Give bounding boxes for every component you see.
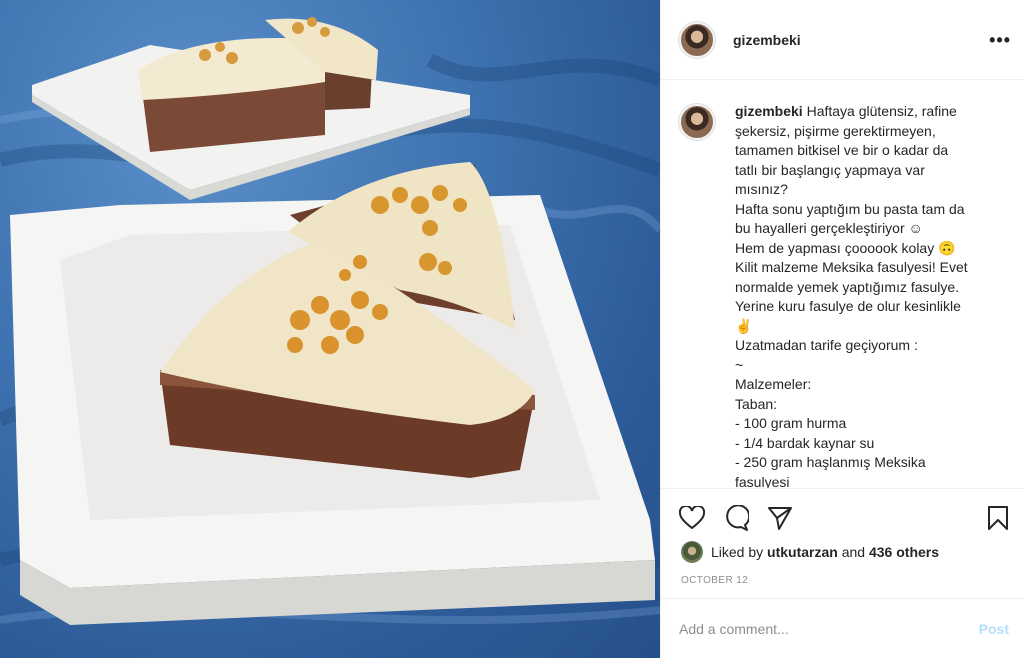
comment-icon[interactable] xyxy=(721,503,751,533)
likes-middle: and xyxy=(841,544,866,560)
caption-line: bu hayalleri gerçekleştiriyor ☺ xyxy=(735,220,923,236)
post-comment-button[interactable]: Post xyxy=(979,621,1009,637)
liker-username[interactable]: utkutarzan xyxy=(767,544,838,560)
caption-line: ~ xyxy=(735,356,744,373)
post-header: gizembeki ••• xyxy=(661,0,1024,80)
caption-line-first: gizembeki Haftaya glütensiz, rafine xyxy=(735,102,997,122)
likes-others-link[interactable]: 436 others xyxy=(869,544,939,560)
caption-line: - 100 gram hurma xyxy=(735,415,847,431)
caption-line: ✌ xyxy=(735,317,753,334)
caption-line: Uzatmadan tarife geçiyorum : xyxy=(735,337,918,353)
caption-line: - 250 gram haşlanmış Meksika xyxy=(735,454,926,470)
caption-line: Kilit malzeme Meksika fasulyesi! Evet xyxy=(735,259,968,275)
caption-line: Yerine kuru fasulye de olur kesinlikle xyxy=(735,298,961,314)
action-icon-row xyxy=(677,503,795,533)
likes-summary: Liked by utkutarzan and 436 others xyxy=(681,541,939,563)
comment-box: Post xyxy=(661,598,1024,658)
liker-avatar[interactable] xyxy=(681,541,703,563)
caption-line: Malzemeler: xyxy=(735,376,812,392)
caption-line: tamamen bitkisel ve bir o kadar da xyxy=(735,142,949,158)
caption-line: Hafta sonu yaptığım bu pasta tam da xyxy=(735,200,965,217)
caption-comment: gizembeki Haftaya glütensiz, rafine şeke… xyxy=(679,102,1007,488)
caption-text: gizembeki Haftaya glütensiz, rafine şeke… xyxy=(735,102,997,488)
caption-line: tatlı bir başlangıç yapmaya var xyxy=(735,161,925,178)
caption-avatar[interactable] xyxy=(679,104,715,140)
caption-line: mısınız? xyxy=(735,181,788,197)
share-icon[interactable] xyxy=(765,503,795,533)
caption-line: normalde yemek yaptığımız fasulye. xyxy=(735,278,960,295)
heart-icon[interactable] xyxy=(677,503,707,533)
caption-line: - 1/4 bardak kaynar su xyxy=(735,434,875,451)
caption-scroll-area[interactable]: gizembeki Haftaya glütensiz, rafine şeke… xyxy=(661,80,1024,488)
bookmark-icon[interactable] xyxy=(983,503,1013,533)
more-options-icon[interactable]: ••• xyxy=(989,30,1011,51)
caption-line: Taban: xyxy=(735,395,778,412)
caption-username[interactable]: gizembeki xyxy=(735,103,803,119)
likes-prefix: Liked by xyxy=(711,544,764,560)
author-avatar[interactable] xyxy=(679,21,715,58)
caption-line: Hem de yapması çoooook kolay 🙃 xyxy=(735,239,956,256)
caption-line: Haftaya glütensiz, rafine xyxy=(806,103,957,119)
post-date[interactable]: OCTOBER 12 xyxy=(681,575,748,586)
post-photo[interactable] xyxy=(0,0,660,658)
author-username[interactable]: gizembeki xyxy=(733,32,801,48)
post-side-panel: gizembeki ••• gizembeki Haftaya glütensi… xyxy=(660,0,1024,658)
caption-line: fasulyesi xyxy=(735,473,790,489)
post-actions: Liked by utkutarzan and 436 others OCTOB… xyxy=(661,488,1024,598)
cake-photo-illustration xyxy=(0,17,660,625)
caption-line: şekersiz, pişirme gerektirmeyen, xyxy=(735,122,936,139)
comment-input[interactable] xyxy=(679,620,979,637)
